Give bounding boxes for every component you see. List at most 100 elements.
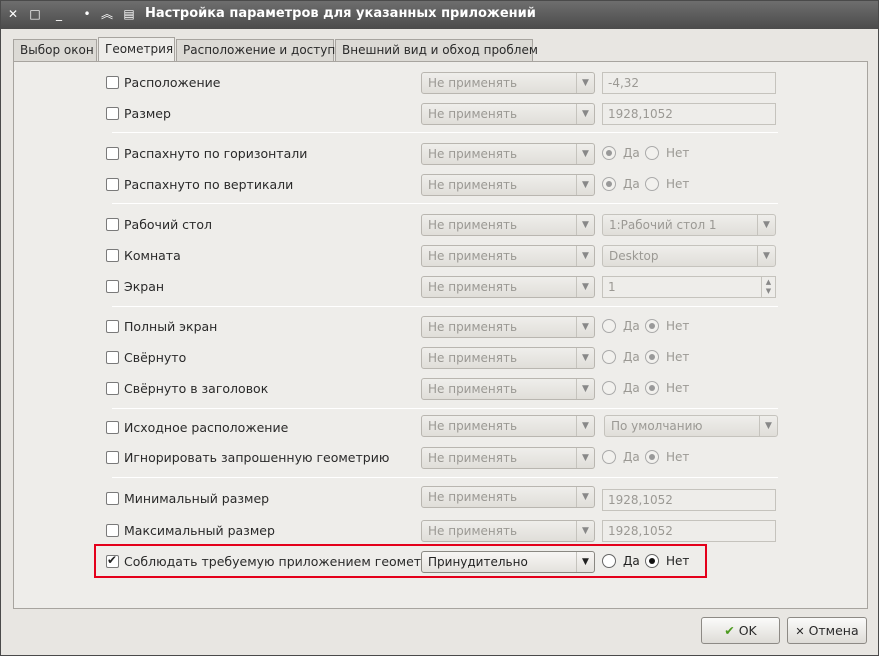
policy-value: Не применять bbox=[428, 524, 518, 538]
screen-checkbox[interactable] bbox=[106, 280, 119, 293]
window-menu-icon[interactable]: • bbox=[79, 6, 95, 22]
desktop-policy-select[interactable]: Не применять ▼ bbox=[421, 214, 595, 236]
chevron-down-icon: ▼ bbox=[759, 416, 777, 436]
row-position: Расположение Не применять ▼ -4,32 bbox=[14, 72, 869, 96]
tab-placement-access[interactable]: Расположение и доступ bbox=[176, 39, 335, 62]
window-title: Настройка параметров для указанных прило… bbox=[145, 6, 536, 21]
shaded-yes-radio[interactable] bbox=[602, 381, 616, 395]
chevron-down-icon: ▼ bbox=[576, 277, 594, 297]
policy-value: Не применять bbox=[428, 107, 518, 121]
position-checkbox[interactable] bbox=[106, 76, 119, 89]
policy-value: Не применять bbox=[428, 320, 518, 334]
minimized-checkbox[interactable] bbox=[106, 351, 119, 364]
ignore-geometry-policy-select[interactable]: Не применять ▼ bbox=[421, 447, 595, 469]
ignore-geometry-no-radio[interactable] bbox=[645, 450, 659, 464]
max-horiz-yes-radio[interactable] bbox=[602, 146, 616, 160]
fullscreen-policy-select[interactable]: Не применять ▼ bbox=[421, 316, 595, 338]
activity-policy-select[interactable]: Не применять ▼ bbox=[421, 245, 595, 267]
policy-value: Не применять bbox=[428, 249, 518, 263]
screen-policy-select[interactable]: Не применять ▼ bbox=[421, 276, 595, 298]
activity-value-select[interactable]: Desktop ▼ bbox=[602, 245, 776, 267]
min-size-field[interactable]: 1928,1052 bbox=[602, 489, 776, 511]
activity-label: Комната bbox=[124, 248, 181, 263]
chevron-down-icon: ▼ bbox=[576, 215, 594, 235]
ignore-geometry-label: Игнорировать запрошенную геометрию bbox=[124, 450, 390, 465]
max-vert-yes-radio[interactable] bbox=[602, 177, 616, 191]
cancel-button[interactable]: ✕ Отмена bbox=[787, 617, 867, 644]
geometry-panel: Расположение Не применять ▼ -4,32 Размер … bbox=[13, 61, 868, 609]
minimized-no-radio[interactable] bbox=[645, 350, 659, 364]
minimize-icon[interactable]: _ bbox=[51, 6, 67, 22]
max-size-policy-select[interactable]: Не применять ▼ bbox=[421, 520, 595, 542]
tab-geometry[interactable]: Геометрия bbox=[98, 37, 175, 63]
position-field[interactable]: -4,32 bbox=[602, 72, 776, 94]
max-size-label: Максимальный размер bbox=[124, 523, 275, 538]
row-ignore-geometry: Игнорировать запрошенную геометрию Не пр… bbox=[14, 447, 869, 471]
minimized-no-label: Нет bbox=[666, 350, 690, 364]
position-policy-select[interactable]: Не применять ▼ bbox=[421, 72, 595, 94]
row-max-size: Максимальный размер Не применять ▼ 1928,1… bbox=[14, 520, 869, 544]
size-label: Размер bbox=[124, 106, 171, 121]
chevron-down-icon: ▼ bbox=[576, 416, 594, 436]
max-horiz-no-radio[interactable] bbox=[645, 146, 659, 160]
shaded-no-radio[interactable] bbox=[645, 381, 659, 395]
max-vert-no-radio[interactable] bbox=[645, 177, 659, 191]
initial-placement-value: По умолчанию bbox=[611, 419, 703, 433]
size-policy-select[interactable]: Не применять ▼ bbox=[421, 103, 595, 125]
row-min-size: Минимальный размер Не применять ▼ 1928,10… bbox=[14, 486, 869, 511]
policy-value: Не применять bbox=[428, 218, 518, 232]
tab-window-matching[interactable]: Выбор окон bbox=[13, 39, 97, 62]
chevron-down-icon: ▼ bbox=[757, 215, 775, 235]
ignore-geometry-checkbox[interactable] bbox=[106, 451, 119, 464]
size-field[interactable]: 1928,1052 bbox=[602, 103, 776, 125]
app-icon: ▤ bbox=[123, 7, 135, 21]
chevron-down-icon: ▼ bbox=[576, 104, 594, 124]
chevron-down-icon: ▼ bbox=[757, 246, 775, 266]
initial-placement-policy-select[interactable]: Не применять ▼ bbox=[421, 415, 595, 437]
max-size-checkbox[interactable] bbox=[106, 524, 119, 537]
policy-value: Не применять bbox=[428, 382, 518, 396]
fullscreen-label: Полный экран bbox=[124, 319, 218, 334]
initial-placement-checkbox[interactable] bbox=[106, 421, 119, 434]
max-horiz-yes-label: Да bbox=[623, 146, 640, 160]
desktop-value-select[interactable]: 1:Рабочий стол 1 ▼ bbox=[602, 214, 776, 236]
desktop-label: Рабочий стол bbox=[124, 217, 212, 232]
cancel-button-label: Отмена bbox=[808, 623, 859, 638]
size-checkbox[interactable] bbox=[106, 107, 119, 120]
tab-appearance-fixes[interactable]: Внешний вид и обход проблем bbox=[335, 39, 538, 62]
initial-placement-value-select[interactable]: По умолчанию ▼ bbox=[604, 415, 778, 437]
max-vert-policy-select[interactable]: Не применять ▼ bbox=[421, 174, 595, 196]
ignore-geometry-yes-radio[interactable] bbox=[602, 450, 616, 464]
max-horiz-policy-select[interactable]: Не применять ▼ bbox=[421, 143, 595, 165]
shaded-checkbox[interactable] bbox=[106, 382, 119, 395]
max-vert-checkbox[interactable] bbox=[106, 178, 119, 191]
row-maximized-horizontal: Распахнуто по горизонтали Не применять ▼ … bbox=[14, 143, 869, 167]
ok-button[interactable]: ✔ OK bbox=[701, 617, 780, 644]
shaded-policy-select[interactable]: Не применять ▼ bbox=[421, 378, 595, 400]
chevron-down-icon: ▼ bbox=[576, 175, 594, 195]
min-size-checkbox[interactable] bbox=[106, 492, 119, 505]
chevron-down-icon: ▼ bbox=[576, 487, 594, 507]
spin-arrows-icon[interactable]: ▲ ▼ bbox=[761, 277, 775, 297]
min-size-policy-select[interactable]: Не применять ▼ bbox=[421, 486, 595, 508]
row-screen: Экран Не применять ▼ 1 ▲ ▼ bbox=[14, 276, 869, 300]
max-horiz-checkbox[interactable] bbox=[106, 147, 119, 160]
minimized-policy-select[interactable]: Не применять ▼ bbox=[421, 347, 595, 369]
activity-checkbox[interactable] bbox=[106, 249, 119, 262]
row-activity: Комната Не применять ▼ Desktop ▼ bbox=[14, 245, 869, 269]
fullscreen-yes-radio[interactable] bbox=[602, 319, 616, 333]
minimized-yes-radio[interactable] bbox=[602, 350, 616, 364]
ok-button-label: OK bbox=[738, 623, 757, 638]
screen-spinbox[interactable]: 1 ▲ ▼ bbox=[602, 276, 776, 298]
policy-value: Не применять bbox=[428, 178, 518, 192]
max-size-field[interactable]: 1928,1052 bbox=[602, 520, 776, 542]
chevron-down-icon: ▼ bbox=[576, 317, 594, 337]
desktop-checkbox[interactable] bbox=[106, 218, 119, 231]
fullscreen-no-radio[interactable] bbox=[645, 319, 659, 333]
highlight-box bbox=[94, 544, 707, 578]
close-icon[interactable]: ✕ bbox=[5, 6, 21, 22]
ignore-geometry-no-label: Нет bbox=[666, 450, 690, 464]
maximize-icon[interactable]: □ bbox=[27, 6, 43, 22]
fullscreen-checkbox[interactable] bbox=[106, 320, 119, 333]
shade-icon[interactable]: ︽ bbox=[99, 6, 115, 22]
